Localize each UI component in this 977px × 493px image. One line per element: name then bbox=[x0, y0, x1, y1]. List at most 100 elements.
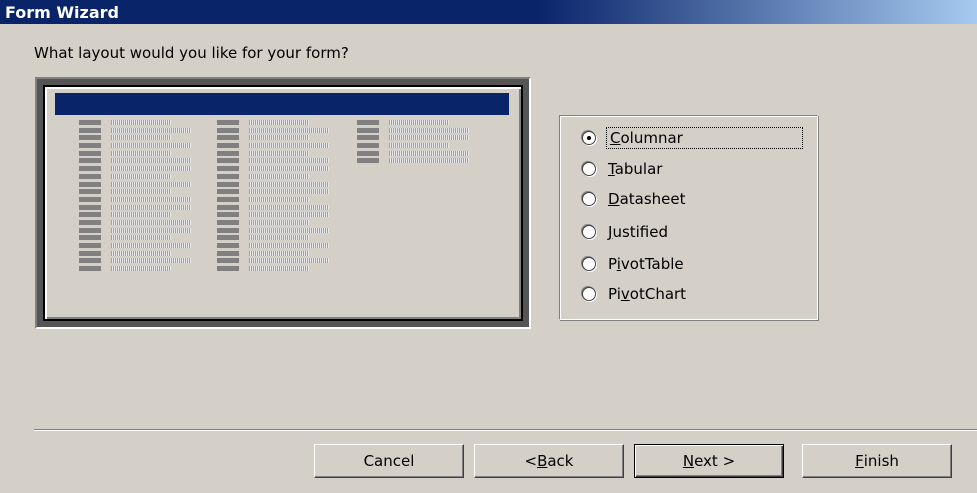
radio-icon[interactable] bbox=[582, 225, 596, 239]
radio-icon[interactable] bbox=[582, 192, 596, 206]
preview-field-value-block bbox=[111, 266, 171, 272]
preview-field-value-block bbox=[111, 143, 191, 149]
preview-field-value-block bbox=[389, 158, 469, 164]
preview-field-value-block bbox=[389, 150, 469, 156]
preview-field-label-block bbox=[79, 235, 101, 241]
preview-field-label-block bbox=[217, 227, 239, 233]
preview-field-label-block bbox=[217, 150, 239, 156]
preview-field-value-block bbox=[111, 227, 191, 233]
option-tabular[interactable]: Tabular bbox=[582, 158, 662, 180]
preview-field-label-block bbox=[79, 243, 101, 248]
preview-field-label-block bbox=[217, 212, 239, 218]
preview-field-label-block bbox=[217, 158, 239, 164]
radio-icon[interactable] bbox=[582, 257, 596, 271]
next-button[interactable]: Next > bbox=[634, 444, 784, 478]
preview-header-bar bbox=[55, 93, 509, 115]
preview-field-value-block bbox=[111, 127, 191, 133]
preview-field-label-block bbox=[217, 173, 239, 179]
preview-field-value-block bbox=[249, 212, 329, 218]
preview-field-value-block bbox=[389, 120, 449, 125]
preview-field-value-block bbox=[111, 196, 191, 202]
preview-field-label-block bbox=[217, 204, 239, 210]
preview-field-value-block bbox=[249, 266, 309, 272]
option-pivottable[interactable]: PivotTable bbox=[582, 253, 684, 275]
preview-field-label-block bbox=[79, 219, 101, 225]
option-pivotchart-label: PivotChart bbox=[608, 285, 687, 303]
preview-field-label-block bbox=[217, 258, 239, 264]
option-pivotchart[interactable]: PivotChart bbox=[582, 283, 686, 305]
preview-field-value-block bbox=[249, 219, 309, 225]
preview-field-value-block bbox=[389, 143, 449, 149]
preview-field-label-block bbox=[357, 143, 379, 149]
radio-icon[interactable] bbox=[582, 287, 596, 301]
preview-field-value-block bbox=[111, 204, 191, 210]
layout-preview bbox=[35, 77, 531, 329]
preview-field-value-block bbox=[111, 120, 171, 125]
preview-field-value-block bbox=[249, 173, 309, 179]
preview-field-value-block bbox=[111, 219, 191, 225]
preview-field-label-block bbox=[217, 127, 239, 133]
preview-field-value-block bbox=[249, 204, 329, 210]
window-title: Form Wizard bbox=[5, 3, 119, 22]
preview-field-value-block bbox=[111, 243, 191, 248]
preview-field-value-block bbox=[389, 135, 469, 141]
preview-field-value-block bbox=[249, 227, 329, 233]
preview-field-value-block bbox=[249, 166, 329, 172]
preview-field-label-block bbox=[217, 143, 239, 149]
option-columnar[interactable]: Columnar bbox=[582, 127, 803, 149]
preview-field-label-block bbox=[217, 166, 239, 172]
preview-field-value-block bbox=[111, 181, 191, 187]
cancel-button[interactable]: Cancel bbox=[314, 444, 464, 478]
preview-field-value-block bbox=[111, 150, 171, 156]
preview-field-label-block bbox=[357, 127, 379, 133]
preview-field-value-block bbox=[111, 250, 171, 256]
layout-prompt: What layout would you like for your form… bbox=[34, 44, 349, 62]
preview-field-label-block bbox=[217, 243, 239, 248]
radio-selected-icon[interactable] bbox=[582, 131, 596, 145]
preview-field-value-block bbox=[249, 243, 329, 248]
radio-icon[interactable] bbox=[582, 162, 596, 176]
preview-field-label-block bbox=[217, 219, 239, 225]
option-columnar-label: Columnar bbox=[606, 127, 803, 149]
option-pivottable-label: PivotTable bbox=[608, 255, 684, 273]
preview-field-value-block bbox=[249, 127, 329, 133]
option-tabular-label: Tabular bbox=[608, 160, 663, 178]
preview-field-value-block bbox=[249, 196, 309, 202]
preview-field-value-block bbox=[111, 173, 171, 179]
preview-field-label-block bbox=[79, 189, 101, 195]
preview-field-label-block bbox=[79, 212, 101, 218]
option-justified[interactable]: Justified bbox=[582, 221, 668, 243]
preview-field-label-block bbox=[79, 158, 101, 164]
preview-field-label-block bbox=[217, 266, 239, 272]
preview-field-label-block bbox=[217, 135, 239, 141]
preview-field-label-block bbox=[79, 266, 101, 272]
preview-field-label-block bbox=[217, 120, 239, 125]
back-button[interactable]: < Back bbox=[474, 444, 624, 478]
preview-field-label-block bbox=[357, 120, 379, 125]
preview-field-value-block bbox=[249, 258, 329, 264]
preview-field-label-block bbox=[217, 250, 239, 256]
preview-field-label-block bbox=[79, 173, 101, 179]
preview-field-label-block bbox=[79, 196, 101, 202]
preview-field-label-block bbox=[79, 166, 101, 172]
option-datasheet[interactable]: Datasheet bbox=[582, 188, 686, 210]
preview-field-label-block bbox=[79, 127, 101, 133]
preview-field-label-block bbox=[79, 120, 101, 125]
preview-field-value-block bbox=[249, 158, 329, 164]
finish-button[interactable]: Finish bbox=[802, 444, 952, 478]
preview-field-label-block bbox=[217, 235, 239, 241]
preview-field-label-block bbox=[357, 150, 379, 156]
preview-field-label-block bbox=[79, 258, 101, 264]
preview-field-value-block bbox=[389, 127, 469, 133]
preview-field-label-block bbox=[79, 150, 101, 156]
preview-field-value-block bbox=[249, 235, 309, 241]
preview-field-label-block bbox=[79, 204, 101, 210]
preview-field-value-block bbox=[249, 150, 309, 156]
preview-field-value-block bbox=[111, 189, 171, 195]
preview-field-value-block bbox=[111, 158, 191, 164]
preview-field-label-block bbox=[79, 135, 101, 141]
preview-field-value-block bbox=[249, 189, 329, 195]
preview-field-label-block bbox=[79, 250, 101, 256]
title-bar[interactable]: Form Wizard bbox=[0, 0, 977, 24]
layout-options-group: Columnar Tabular Datasheet Justified Piv… bbox=[559, 115, 818, 320]
